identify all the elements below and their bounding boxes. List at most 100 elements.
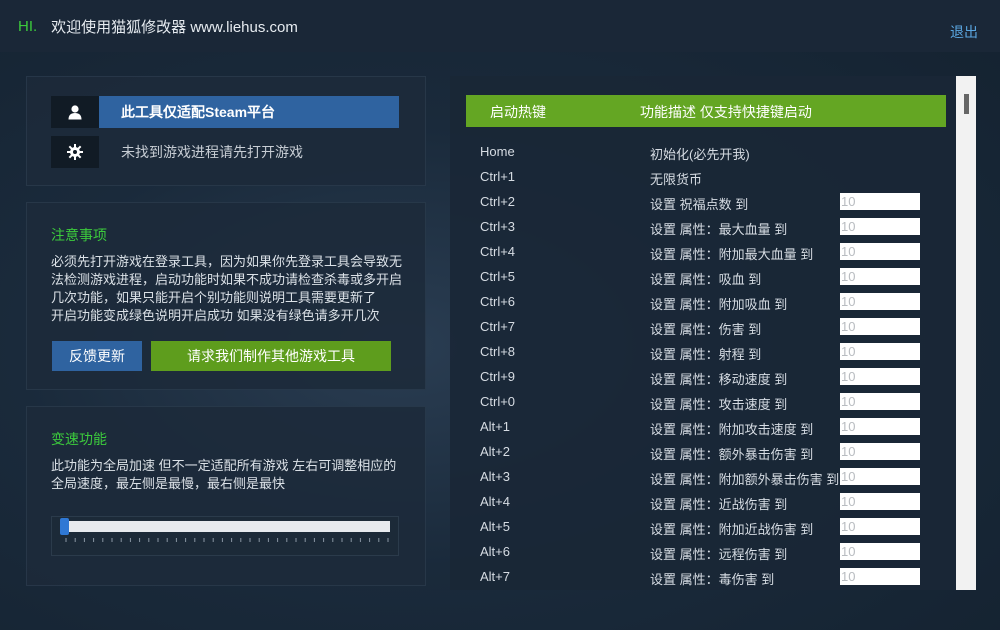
hotkey-row: Alt+6 设置 属性：远程伤害 到 (450, 540, 956, 565)
hotkey-desc: 设置 属性：攻击速度 到 (650, 397, 788, 412)
hotkey-desc: 设置 属性：最大血量 到 (650, 222, 788, 237)
hotkey-key: Alt+7 (480, 569, 510, 584)
hotkey-desc: 设置 属性：附加近战伤害 到 (650, 522, 814, 537)
platform-row: 此工具仅适配Steam平台 (51, 96, 399, 128)
hotkey-key: Alt+2 (480, 444, 510, 459)
value-input[interactable] (840, 518, 920, 535)
value-input[interactable] (840, 243, 920, 260)
value-input[interactable] (840, 343, 920, 360)
hotkey-row: Alt+3 设置 属性：附加额外暴击伤害 到 (450, 465, 956, 490)
hotkey-row: Ctrl+1 无限货币 (450, 165, 956, 190)
value-input[interactable] (840, 443, 920, 460)
title-bar: HI. 欢迎使用猫狐修改器 www.liehus.com 退出 (0, 0, 1000, 52)
value-input[interactable] (840, 293, 920, 310)
hotkey-desc: 设置 属性：毒伤害 到 (650, 572, 775, 587)
hotkey-desc: 设置 属性：附加攻击速度 到 (650, 422, 814, 437)
header-desc: 功能描述 仅支持快捷键启动 (640, 104, 812, 120)
hotkey-row: Ctrl+3 设置 属性：最大血量 到 (450, 215, 956, 240)
speed-line: 全局速度，最左侧是最慢，最右侧是最快 (51, 476, 286, 491)
logout-link[interactable]: 退出 (950, 22, 978, 42)
hotkey-key: Ctrl+4 (480, 244, 516, 259)
hotkey-desc: 设置 祝福点数 到 (650, 197, 749, 212)
hotkey-row: Ctrl+2 设置 祝福点数 到 (450, 190, 956, 215)
speed-panel: 变速功能 此功能为全局加速 但不一定适配所有游戏 左右可调整相应的 全局速度，最… (26, 406, 426, 586)
hotkey-key: Ctrl+1 (480, 169, 516, 184)
hotkey-desc: 设置 属性：远程伤害 到 (650, 547, 788, 562)
hotkey-key: Ctrl+9 (480, 369, 516, 384)
hotkey-desc: 设置 属性：伤害 到 (650, 322, 762, 337)
value-input[interactable] (840, 568, 920, 585)
hotkey-row: Home 初始化(必先开我) (450, 140, 956, 165)
hotkey-key: Ctrl+3 (480, 219, 516, 234)
hotkey-row: Alt+5 设置 属性：附加近战伤害 到 (450, 515, 956, 540)
speed-slider[interactable] (51, 516, 399, 556)
hotkey-row: Alt+7 设置 属性：毒伤害 到 (450, 565, 956, 590)
hotkey-header: 启动热键 功能描述 仅支持快捷键启动 (466, 95, 946, 127)
notice-title: 注意事项 (51, 227, 107, 243)
value-input[interactable] (840, 393, 920, 410)
value-input[interactable] (840, 368, 920, 385)
value-input[interactable] (840, 218, 920, 235)
hotkey-desc: 设置 属性：额外暴击伤害 到 (650, 447, 814, 462)
notice-panel: 注意事项 必须先打开游戏在登录工具，因为如果你先登录工具会导致无 法检测游戏进程… (26, 202, 426, 390)
hotkey-desc: 设置 属性：附加额外暴击伤害 到 (650, 472, 840, 487)
hotkey-desc: 设置 属性：附加吸血 到 (650, 297, 788, 312)
hotkey-row: Alt+1 设置 属性：附加攻击速度 到 (450, 415, 956, 440)
value-input[interactable] (840, 418, 920, 435)
value-input[interactable] (840, 193, 920, 210)
notice-text: 必须先打开游戏在登录工具，因为如果你先登录工具会导致无 法检测游戏进程，启动功能… (51, 253, 411, 325)
process-status: 未找到游戏进程请先打开游戏 (121, 144, 303, 160)
feedback-button[interactable]: 反馈更新 (52, 341, 142, 371)
hotkey-key: Alt+5 (480, 519, 510, 534)
value-input[interactable] (840, 318, 920, 335)
hotkey-key: Ctrl+5 (480, 269, 516, 284)
hotkey-desc: 设置 属性：吸血 到 (650, 272, 762, 287)
notice-line: 法检测游戏进程，启动功能时如果不成功请检查杀毒或多开启 (51, 272, 403, 287)
slider-ticks (65, 538, 389, 542)
hotkey-key: Alt+4 (480, 494, 510, 509)
hotkey-row: Ctrl+8 设置 属性：射程 到 (450, 340, 956, 365)
value-input[interactable] (840, 493, 920, 510)
notice-line: 开启功能变成绿色说明开启成功 如果没有绿色请多开几次 (51, 308, 380, 323)
hotkey-row: Alt+4 设置 属性：近战伤害 到 (450, 490, 956, 515)
user-icon (51, 96, 99, 128)
hi-label: HI. (18, 17, 38, 35)
steam-only-label: 此工具仅适配Steam平台 (99, 96, 399, 128)
scrollbar[interactable] (956, 76, 976, 590)
notice-line: 必须先打开游戏在登录工具，因为如果你先登录工具会导致无 (51, 254, 403, 269)
hotkey-desc: 设置 属性：移动速度 到 (650, 372, 788, 387)
hotkey-key: Ctrl+0 (480, 394, 516, 409)
platform-panel: 此工具仅适配Steam平台 未找到游戏进程请先打开游戏 (26, 76, 426, 186)
hotkey-key: Alt+1 (480, 419, 510, 434)
hotkey-row: Ctrl+4 设置 属性：附加最大血量 到 (450, 240, 956, 265)
hotkey-panel: 启动热键 功能描述 仅支持快捷键启动 Home 初始化(必先开我) Ctrl+1 无限… (450, 76, 976, 590)
request-tool-button[interactable]: 请求我们制作其他游戏工具 (151, 341, 391, 371)
speed-title: 变速功能 (51, 431, 107, 447)
value-input[interactable] (840, 268, 920, 285)
scroll-thumb[interactable] (964, 94, 969, 114)
hotkey-key: Home (480, 144, 515, 159)
hotkey-desc: 初始化(必先开我) (650, 147, 750, 162)
hotkey-key: Ctrl+8 (480, 344, 516, 359)
hotkey-desc: 无限货币 (650, 172, 703, 187)
value-input[interactable] (840, 543, 920, 560)
header-key: 启动热键 (490, 104, 546, 120)
process-row: 未找到游戏进程请先打开游戏 (51, 136, 399, 168)
hotkey-row: Ctrl+5 设置 属性：吸血 到 (450, 265, 956, 290)
hotkey-row: Ctrl+6 设置 属性：附加吸血 到 (450, 290, 956, 315)
slider-thumb[interactable] (60, 518, 69, 535)
hotkey-desc: 设置 属性：近战伤害 到 (650, 497, 788, 512)
hotkey-row: Ctrl+9 设置 属性：移动速度 到 (450, 365, 956, 390)
value-input[interactable] (840, 468, 920, 485)
hotkey-row: Ctrl+0 设置 属性：攻击速度 到 (450, 390, 956, 415)
gear-icon (51, 136, 99, 168)
hotkey-desc: 设置 属性：射程 到 (650, 347, 762, 362)
hotkey-key: Ctrl+6 (480, 294, 516, 309)
notice-line: 几次功能，如果只能开启个别功能则说明工具需要更新了 (51, 290, 377, 305)
speed-line: 此功能为全局加速 但不一定适配所有游戏 左右可调整相应的 (51, 458, 397, 473)
speed-text: 此功能为全局加速 但不一定适配所有游戏 左右可调整相应的 全局速度，最左侧是最慢… (51, 457, 411, 493)
slider-track[interactable] (64, 521, 390, 532)
hotkey-desc: 设置 属性：附加最大血量 到 (650, 247, 814, 262)
welcome-text: 欢迎使用猫狐修改器 www.liehus.com (51, 18, 298, 36)
hotkey-key: Ctrl+2 (480, 194, 516, 209)
